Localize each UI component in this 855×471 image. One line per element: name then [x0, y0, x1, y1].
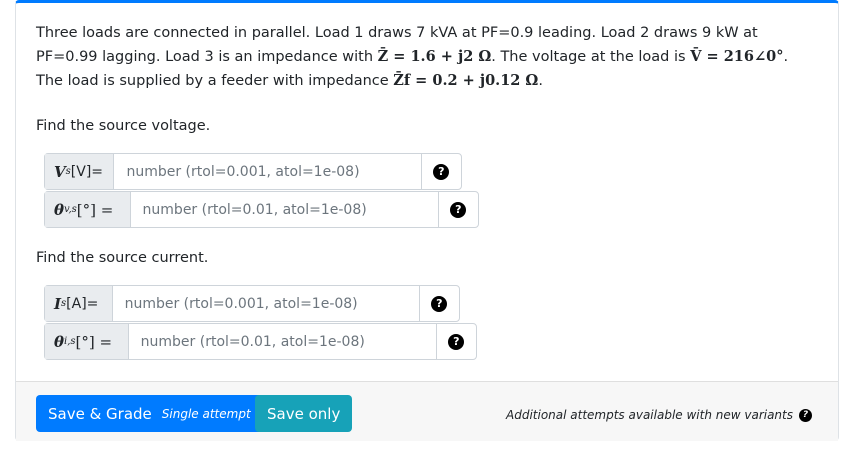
single-attempt-label: Single attempt [161, 406, 251, 421]
question-footer: Save & Grade Single attempt Save only Ad… [16, 381, 838, 441]
save-and-grade-button[interactable]: Save & Grade Single attempt [36, 395, 263, 432]
question-card: Three loads are connected in parallel. L… [15, 0, 839, 441]
input-label-theta-is: θ i,s [°] = [45, 324, 129, 359]
theta-vs-input[interactable] [130, 192, 438, 227]
attempts-note: Additional attempts available with new v… [506, 408, 812, 422]
help-button-theta-vs[interactable]: ? [437, 192, 478, 227]
input-group-vs: Vs[V]= ? [44, 153, 462, 190]
attempts-note-text: Additional attempts available with new v… [506, 408, 793, 422]
question-circle-icon[interactable]: ? [799, 408, 812, 422]
var-unit: [A]= [66, 295, 99, 312]
var-subscript: v,s [64, 204, 77, 215]
impedance-math: Z̄ = 1.6 + j2 Ω [377, 48, 492, 65]
vs-magnitude-input[interactable] [114, 154, 421, 189]
voltage-math: V̄ = 216∠0° [690, 48, 784, 65]
var-unit: [°] = [76, 200, 114, 219]
question-circle-icon: ? [431, 295, 448, 312]
var-unit: [°] = [75, 332, 113, 351]
var-symbol: V [54, 162, 66, 181]
input-group-is: Is[A]= ? [44, 285, 460, 322]
problem-statement: Three loads are connected in parallel. L… [36, 21, 806, 93]
question-circle-icon: ? [450, 201, 467, 218]
feeder-impedance-math: Z̄f = 0.2 + j0.12 Ω [393, 72, 539, 89]
input-group-theta-is: θi,s [°] = ? [44, 323, 477, 360]
theta-is-input[interactable] [128, 324, 436, 359]
help-button-is[interactable]: ? [418, 286, 459, 321]
var-symbol: θ [54, 332, 65, 351]
question-prompt-current: Find the source current. [36, 250, 209, 266]
var-symbol: I [54, 294, 62, 313]
help-button-theta-is[interactable]: ? [435, 324, 476, 359]
input-label-vs: Vs [V]= [45, 154, 115, 189]
problem-text-4: . [538, 73, 543, 89]
save-grade-label: Save & Grade [48, 404, 152, 423]
var-subscript: i,s [64, 336, 76, 347]
problem-text-2: . The voltage at the load is [491, 49, 691, 65]
var-unit: [V]= [70, 163, 104, 180]
question-circle-icon: ? [433, 163, 450, 180]
input-group-theta-vs: θv,s [°] = ? [44, 191, 479, 228]
input-label-is: Is [A]= [45, 286, 113, 321]
question-prompt-voltage: Find the source voltage. [36, 118, 211, 134]
save-only-button[interactable]: Save only [255, 395, 353, 432]
is-magnitude-input[interactable] [112, 286, 419, 321]
input-label-theta-vs: θ v,s [°] = [45, 192, 131, 227]
question-body: Three loads are connected in parallel. L… [36, 21, 806, 93]
question-circle-icon: ? [448, 333, 465, 350]
var-symbol: θ [54, 200, 65, 219]
help-button-vs[interactable]: ? [420, 154, 461, 189]
save-only-label: Save only [267, 404, 341, 423]
